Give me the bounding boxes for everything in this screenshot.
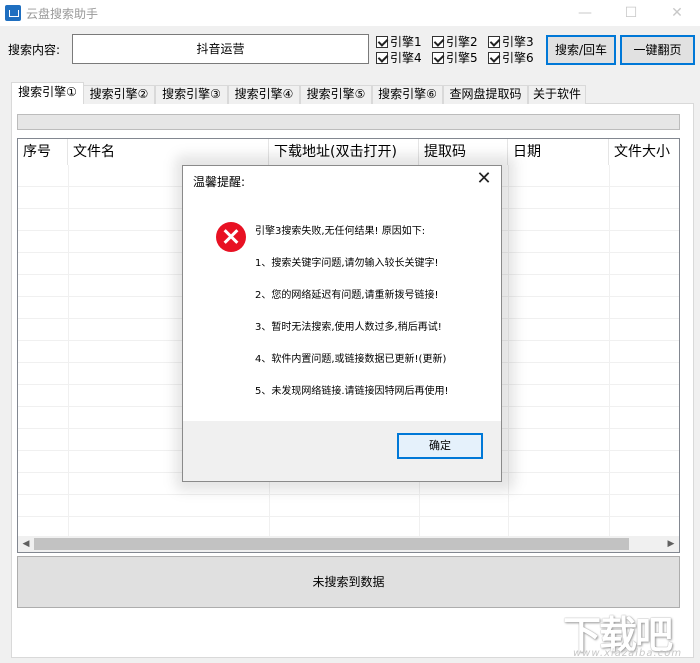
ok-button[interactable]: 确定 (397, 433, 483, 459)
tab-engine-5[interactable]: 搜索引擎⑤ (300, 85, 372, 104)
column-header-index[interactable]: 序号 (18, 139, 68, 165)
dialog-reason-1: 1、搜索关键字问题,请勿输入较长关键字! (255, 258, 439, 269)
dialog-reason-4: 4、软件内置问题,或链接数据已更新!(更新) (255, 354, 447, 365)
error-icon (216, 222, 246, 252)
maximize-button[interactable]: ☐ (608, 0, 654, 26)
engine-1-label: 引擎1 (390, 35, 422, 49)
search-label: 搜索内容: (8, 43, 61, 57)
tab-about[interactable]: 关于软件 (528, 85, 586, 104)
checkbox-checked-icon (376, 35, 388, 48)
checkbox-checked-icon (376, 51, 388, 64)
engine-5-label: 引擎5 (446, 51, 478, 65)
checkbox-checked-icon (488, 35, 500, 48)
tab-engine-1[interactable]: 搜索引擎① (11, 82, 84, 104)
search-input[interactable]: 抖音运营 (72, 34, 369, 64)
status-message: 未搜索到数据 (17, 556, 680, 608)
tab-extract-code[interactable]: 查网盘提取码 (443, 85, 528, 104)
title-bar: 云盘搜索助手 — ☐ ✕ (0, 0, 700, 26)
progress-bar (17, 114, 680, 130)
window-title: 云盘搜索助手 (26, 7, 99, 21)
search-button[interactable]: 搜索/回车 (546, 35, 616, 65)
scroll-left-icon[interactable]: ◀ (18, 536, 34, 552)
column-header-date[interactable]: 日期 (508, 139, 609, 165)
engine-3-checkbox[interactable]: 引擎3 (488, 34, 534, 49)
app-icon (5, 5, 21, 21)
engine-6-label: 引擎6 (502, 51, 534, 65)
dialog-message-header: 引擎3搜索失败,无任何结果! 原因如下: (255, 226, 426, 237)
column-divider (609, 165, 610, 537)
engine-3-label: 引擎3 (502, 35, 534, 49)
dialog-reason-3: 3、暂时无法搜索,使用人数过多,稍后再试! (255, 322, 442, 333)
engine-2-label: 引擎2 (446, 35, 478, 49)
flip-page-button[interactable]: 一键翻页 (620, 35, 695, 65)
dialog-title: 温馨提醒: (193, 175, 246, 189)
scroll-right-icon[interactable]: ▶ (663, 536, 679, 552)
minimize-button[interactable]: — (562, 0, 608, 26)
engine-5-checkbox[interactable]: 引擎5 (432, 50, 478, 65)
warning-dialog: 温馨提醒: ✕ 引擎3搜索失败,无任何结果! 原因如下: 1、搜索关键字问题,请… (182, 165, 502, 482)
engine-2-checkbox[interactable]: 引擎2 (432, 34, 478, 49)
scrollbar-thumb[interactable] (34, 538, 629, 550)
tab-engine-4[interactable]: 搜索引擎④ (228, 85, 300, 104)
engine-4-checkbox[interactable]: 引擎4 (376, 50, 422, 65)
engine-4-label: 引擎4 (390, 51, 422, 65)
watermark-url: www.xiazaiba.com (573, 648, 683, 659)
tab-engine-3[interactable]: 搜索引擎③ (155, 85, 228, 104)
tab-engine-2[interactable]: 搜索引擎② (83, 85, 155, 104)
engine-6-checkbox[interactable]: 引擎6 (488, 50, 534, 65)
horizontal-scrollbar[interactable]: ◀ ▶ (18, 536, 679, 552)
engine-checkboxes: 引擎1 引擎2 引擎3 引擎4 引擎5 引擎6 (376, 34, 542, 66)
close-window-button[interactable]: ✕ (654, 0, 700, 26)
column-divider (68, 165, 69, 537)
watermark: 下载吧 www.xiazaiba.com (563, 604, 695, 660)
dialog-close-icon[interactable]: ✕ (473, 168, 495, 190)
column-header-size[interactable]: 文件大小 (609, 139, 679, 165)
dialog-reason-5: 5、未发现网络链接.请链接因特网后再使用! (255, 386, 449, 397)
dialog-reason-2: 2、您的网络延迟有问题,请重新拨号链接! (255, 290, 439, 301)
tab-engine-6[interactable]: 搜索引擎⑥ (372, 85, 443, 104)
checkbox-checked-icon (432, 51, 444, 64)
engine-1-checkbox[interactable]: 引擎1 (376, 34, 422, 49)
dialog-footer: 确定 (183, 421, 501, 481)
checkbox-checked-icon (488, 51, 500, 64)
checkbox-checked-icon (432, 35, 444, 48)
